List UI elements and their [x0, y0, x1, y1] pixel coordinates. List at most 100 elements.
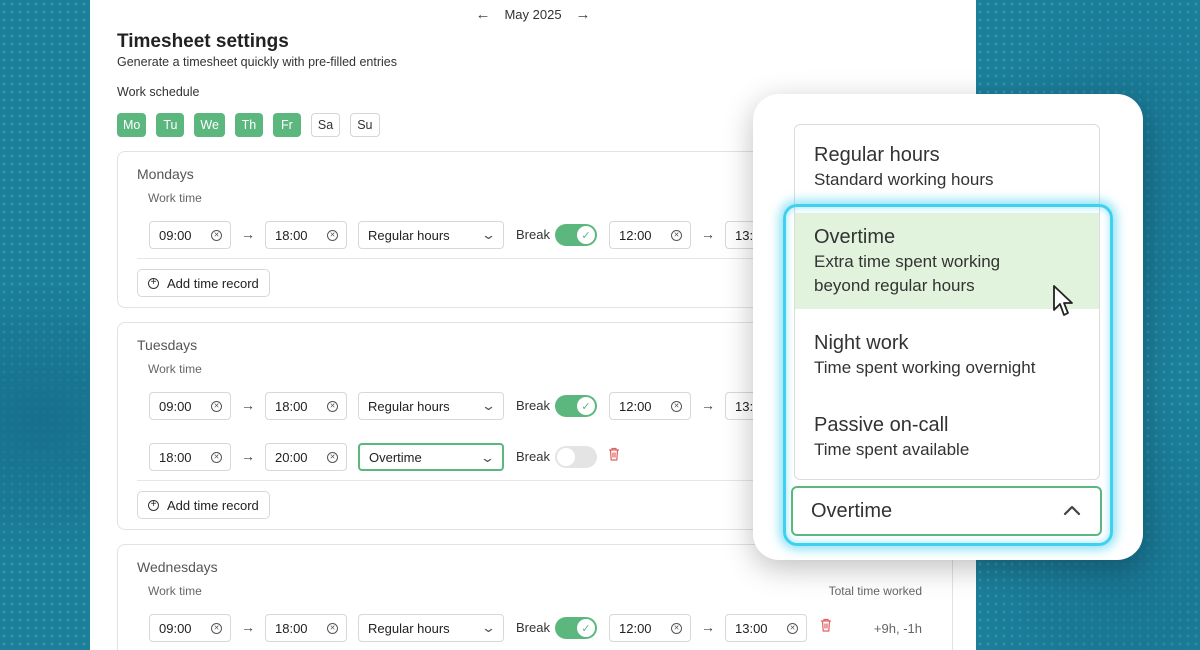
day-toggle-mo[interactable]: Mo	[117, 113, 147, 137]
hour-type-select[interactable]: Overtime ⌄	[358, 443, 504, 471]
start-time-value: 09:00	[159, 398, 192, 414]
break-label: Break	[516, 620, 550, 635]
start-time-input[interactable]: 09:00 ✕	[149, 221, 231, 249]
break-toggle[interactable]	[555, 446, 597, 468]
plus-icon: +	[148, 499, 159, 511]
add-time-record-label: Add time record	[167, 497, 259, 513]
arrow-right-icon: →	[241, 397, 255, 413]
arrow-right-icon: →	[241, 619, 255, 635]
selected-value: Overtime	[811, 499, 893, 522]
work-time-label: Work time	[148, 191, 202, 205]
work-time-label: Work time	[148, 584, 202, 598]
page-title: Timesheet settings	[117, 31, 289, 52]
trash-icon[interactable]	[608, 447, 620, 464]
clear-icon[interactable]: ✕	[671, 623, 682, 634]
day-toggle-tu[interactable]: Tu	[156, 113, 185, 137]
arrow-right-icon: →	[241, 448, 255, 464]
current-month: May 2025	[504, 7, 562, 22]
end-time-value: 18:00	[275, 398, 308, 414]
arrow-right-icon: →	[701, 397, 715, 413]
end-time-input[interactable]: 18:00 ✕	[265, 392, 347, 420]
add-time-record-button[interactable]: + Add time record	[137, 269, 270, 297]
trash-icon[interactable]	[820, 618, 832, 635]
clear-icon[interactable]: ✕	[211, 623, 222, 634]
start-time-input[interactable]: 09:00 ✕	[149, 614, 231, 642]
end-time-value: 20:00	[275, 449, 308, 465]
hour-type-select[interactable]: Regular hours ⌄	[358, 614, 504, 642]
arrow-right-icon[interactable]: →	[576, 6, 591, 23]
break-start-input[interactable]: 12:00 ✕	[609, 392, 691, 420]
day-toggle-th[interactable]: Th	[234, 113, 263, 137]
end-time-input[interactable]: 18:00 ✕	[265, 221, 347, 249]
work-schedule-days: Mo Tu We Th Fr Sa Su	[117, 113, 380, 137]
hour-type-select-open[interactable]: Overtime	[791, 486, 1102, 536]
hour-type-value: Regular hours	[368, 398, 450, 414]
option-description: Time spent available	[814, 440, 970, 459]
total-time-label: Total time worked	[828, 584, 922, 598]
break-end-input[interactable]: 13:00 ✕	[725, 614, 807, 642]
hour-type-select[interactable]: Regular hours ⌄	[358, 221, 504, 249]
card-title: Tuesdays	[137, 337, 198, 353]
day-toggle-we[interactable]: We	[194, 113, 225, 137]
arrow-right-icon: →	[701, 226, 715, 242]
clear-icon[interactable]: ✕	[211, 452, 222, 463]
break-start-value: 12:00	[619, 227, 652, 243]
mouse-pointer-icon	[1053, 285, 1073, 316]
hour-type-value: Regular hours	[368, 227, 450, 243]
plus-icon: +	[148, 277, 159, 289]
clear-icon[interactable]: ✕	[327, 623, 338, 634]
break-start-input[interactable]: 12:00 ✕	[609, 221, 691, 249]
end-time-input[interactable]: 20:00 ✕	[265, 443, 347, 471]
day-toggle-fr[interactable]: Fr	[272, 113, 301, 137]
option-description: beyond regular hours	[814, 276, 975, 295]
arrow-left-icon[interactable]: ←	[475, 6, 490, 23]
break-toggle[interactable]: ✓	[555, 224, 597, 246]
hour-type-select[interactable]: Regular hours ⌄	[358, 392, 504, 420]
page-subtitle: Generate a timesheet quickly with pre-fi…	[117, 55, 397, 69]
day-toggle-su[interactable]: Su	[350, 113, 380, 137]
option-regular-hours[interactable]: Regular hours Standard working hours	[795, 143, 1099, 192]
chevron-down-icon: ⌄	[480, 227, 497, 242]
card-title: Wednesdays	[137, 559, 218, 575]
clear-icon[interactable]: ✕	[211, 401, 222, 412]
option-description: Extra time spent working	[814, 252, 1001, 271]
end-time-value: 18:00	[275, 620, 308, 636]
clear-icon[interactable]: ✕	[787, 623, 798, 634]
arrow-right-icon: →	[241, 226, 255, 242]
chevron-down-icon: ⌄	[480, 398, 497, 413]
arrow-right-icon: →	[701, 619, 715, 635]
clear-icon[interactable]: ✕	[327, 230, 338, 241]
work-schedule-label: Work schedule	[117, 85, 200, 99]
clear-icon[interactable]: ✕	[327, 452, 338, 463]
break-toggle[interactable]: ✓	[555, 395, 597, 417]
clear-icon[interactable]: ✕	[671, 401, 682, 412]
add-time-record-label: Add time record	[167, 275, 259, 291]
start-time-input[interactable]: 18:00 ✕	[149, 443, 231, 471]
break-start-value: 12:00	[619, 398, 652, 414]
hour-type-dropdown-popover: Regular hours Standard working hours Ove…	[753, 94, 1143, 560]
option-title: Overtime	[814, 226, 896, 248]
work-time-label: Work time	[148, 362, 202, 376]
option-description: Time spent working overnight	[814, 358, 1036, 377]
chevron-down-icon: ⌄	[480, 620, 497, 635]
chevron-up-icon	[1063, 505, 1081, 516]
break-start-input[interactable]: 12:00 ✕	[609, 614, 691, 642]
break-label: Break	[516, 449, 550, 464]
hour-type-value: Overtime	[369, 449, 422, 465]
option-night-work[interactable]: Night work Time spent working overnight	[795, 331, 1099, 380]
clear-icon[interactable]: ✕	[327, 401, 338, 412]
break-toggle[interactable]: ✓	[555, 617, 597, 639]
option-passive-on-call[interactable]: Passive on-call Time spent available	[795, 413, 1099, 462]
break-start-value: 12:00	[619, 620, 652, 636]
start-time-value: 18:00	[159, 449, 192, 465]
clear-icon[interactable]: ✕	[211, 230, 222, 241]
day-toggle-sa[interactable]: Sa	[310, 113, 341, 137]
add-time-record-button[interactable]: + Add time record	[137, 491, 270, 519]
option-title: Passive on-call	[814, 414, 949, 436]
start-time-input[interactable]: 09:00 ✕	[149, 392, 231, 420]
end-time-value: 18:00	[275, 227, 308, 243]
clear-icon[interactable]: ✕	[671, 230, 682, 241]
end-time-input[interactable]: 18:00 ✕	[265, 614, 347, 642]
option-description: Standard working hours	[814, 170, 994, 189]
check-icon: ✓	[577, 226, 595, 244]
